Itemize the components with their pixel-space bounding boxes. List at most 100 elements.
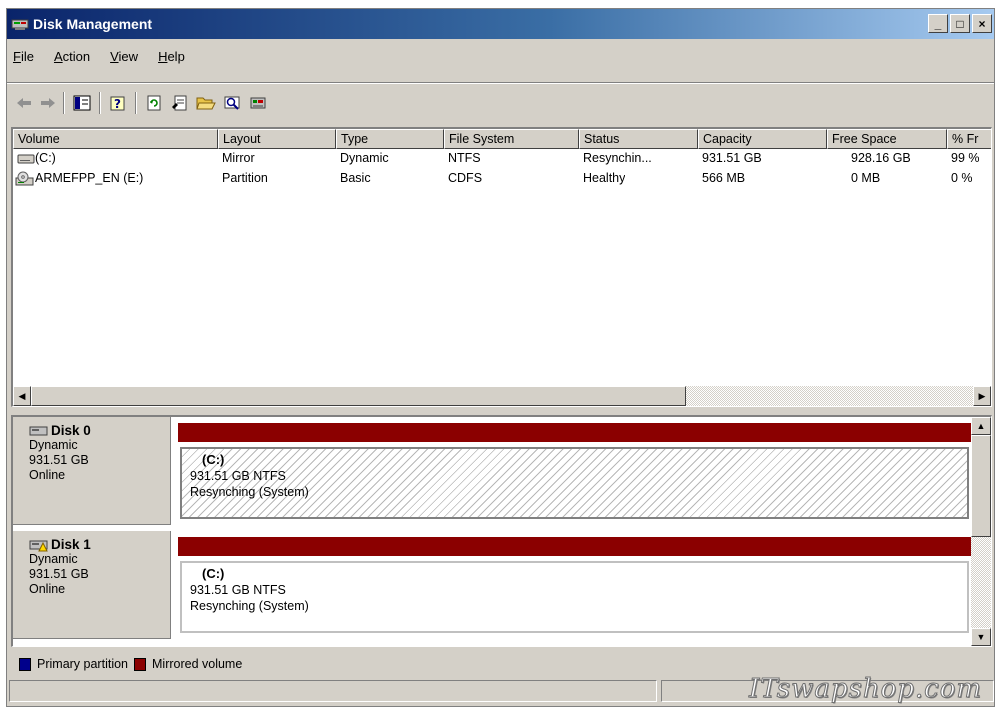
volume-name: (C:) (35, 151, 56, 165)
legend-primary-partition: Primary partition (37, 657, 128, 671)
volume-list-header: Volume Layout Type File System Status Ca… (13, 129, 991, 149)
menu-bar: File Action View Help (7, 45, 994, 67)
volume-list-horizontal-scrollbar[interactable]: ◀ ▶ (13, 386, 991, 406)
partition-details[interactable]: (C:) 931.51 GB NTFS Resynching (System) (180, 561, 969, 633)
help-icon[interactable]: ? (107, 92, 129, 114)
cdrom-drive-icon (15, 171, 34, 186)
mirrored-volume-bar (178, 423, 971, 442)
partition-size-fs: 931.51 GB NTFS (190, 583, 286, 597)
toolbar-separator (63, 92, 65, 114)
volume-row[interactable]: (C:) Mirror Dynamic NTFS Resynchin... 93… (13, 149, 991, 169)
open-folder-icon[interactable] (195, 92, 217, 114)
disk-row: Disk 0 Dynamic 931.51 GB Online (C:) 931… (13, 417, 971, 527)
column-header-status[interactable]: Status (579, 129, 698, 149)
volume-layout: Mirror (222, 151, 255, 165)
volume-status: Resynchin... (583, 151, 652, 165)
disk-icon[interactable] (247, 92, 269, 114)
properties-icon[interactable] (169, 92, 191, 114)
refresh-icon[interactable] (143, 92, 165, 114)
column-header-percent-free[interactable]: % Fr (947, 129, 991, 149)
scroll-right-button[interactable]: ▶ (973, 386, 991, 406)
svg-text:?: ? (114, 97, 121, 111)
volume-list[interactable]: Volume Layout Type File System Status Ca… (11, 127, 992, 407)
window-title: Disk Management (33, 16, 153, 32)
disk-name: Disk 0 (51, 423, 91, 438)
scrollbar-thumb[interactable] (31, 386, 686, 406)
status-bar: ITswapshop.com (9, 674, 994, 705)
volume-name: ARMEFPP_EN (E:) (35, 171, 144, 185)
volume-type: Basic (340, 171, 371, 185)
partition-name: (C:) (202, 566, 225, 581)
window-buttons: _ □ × (928, 14, 992, 33)
disk-name-line: Disk 0 (29, 423, 170, 438)
column-header-free-space[interactable]: Free Space (827, 129, 947, 149)
disk-state: Online (29, 468, 66, 482)
minimize-button[interactable]: _ (928, 14, 948, 33)
menu-file[interactable]: File (13, 49, 34, 64)
disk-type: Dynamic (29, 438, 78, 452)
volume-layout: Partition (222, 171, 268, 185)
partition-name: (C:) (202, 452, 225, 467)
volume-file-system: CDFS (448, 171, 483, 185)
status-pane (9, 680, 657, 702)
partition-status: Resynching (System) (190, 485, 309, 499)
volume-file-system: NTFS (448, 151, 481, 165)
toolbar-separator (99, 92, 101, 114)
partition-details[interactable]: (C:) 931.51 GB NTFS Resynching (System) (180, 447, 969, 519)
close-button[interactable]: × (972, 14, 992, 33)
watermark-text: ITswapshop.com (749, 674, 982, 705)
partition-block[interactable]: (C:) 931.51 GB NTFS Resynching (System) (178, 537, 971, 633)
disk-state: Online (29, 582, 66, 596)
disk-management-app-icon (11, 19, 29, 30)
column-header-file-system[interactable]: File System (444, 129, 579, 149)
mirrored-volume-bar (178, 537, 971, 556)
volume-row[interactable]: ARMEFPP_EN (E:) Partition Basic CDFS Hea… (13, 169, 991, 189)
disk-size: 931.51 GB (29, 453, 89, 467)
maximize-button[interactable]: □ (950, 14, 970, 33)
disk-size: 931.51 GB (29, 567, 89, 581)
volume-free-space: 0 MB (851, 171, 881, 185)
volume-capacity: 931.51 GB (702, 151, 762, 165)
mirrored-volume-swatch (134, 657, 146, 671)
menu-view[interactable]: View (110, 49, 138, 64)
toolbar-separator (135, 92, 137, 114)
disk-view-vertical-scrollbar[interactable]: ▲ ▼ (971, 417, 991, 646)
partition-status: Resynching (System) (190, 599, 309, 613)
forward-arrow-icon[interactable] (37, 92, 59, 114)
scroll-down-button[interactable]: ▼ (971, 628, 991, 646)
volume-capacity: 566 MB (702, 171, 746, 185)
volume-free-space: 928.16 GB (851, 151, 911, 165)
column-header-layout[interactable]: Layout (218, 129, 336, 149)
console-tree-icon[interactable] (71, 92, 93, 114)
scroll-left-button[interactable]: ◀ (13, 386, 31, 406)
disk-row: Disk 1 Dynamic 931.51 GB Online (C:) 931… (13, 531, 971, 641)
volume-status: Healthy (583, 171, 626, 185)
volume-percent-free: 99 % (951, 151, 980, 165)
partition-block[interactable]: (C:) 931.51 GB NTFS Resynching (System) (178, 423, 971, 519)
disk-info-panel[interactable]: Disk 0 Dynamic 931.51 GB Online (13, 417, 171, 525)
legend-mirrored-volume: Mirrored volume (152, 657, 243, 671)
menu-action[interactable]: Action (54, 49, 90, 64)
disk-name: Disk 1 (51, 537, 91, 552)
disk-type: Dynamic (29, 552, 78, 566)
partition-size-fs: 931.51 GB NTFS (190, 469, 286, 483)
search-icon[interactable] (221, 92, 243, 114)
toolbar: ? (7, 82, 994, 121)
dynamic-disk-warning-icon (29, 540, 48, 551)
title-bar[interactable]: Disk Management _ □ × (7, 9, 994, 39)
disk-name-line: Disk 1 (29, 537, 170, 552)
back-arrow-icon[interactable] (13, 92, 35, 114)
disk-management-window: Disk Management _ □ × File Action View H… (6, 8, 995, 707)
disk-info-panel[interactable]: Disk 1 Dynamic 931.51 GB Online (13, 531, 171, 639)
column-header-type[interactable]: Type (336, 129, 444, 149)
dynamic-disk-icon (29, 426, 48, 435)
volume-type: Dynamic (340, 151, 389, 165)
primary-partition-swatch (19, 657, 31, 671)
scrollbar-thumb[interactable] (971, 435, 991, 537)
volume-percent-free: 0 % (951, 171, 973, 185)
disk-graphical-view: Disk 0 Dynamic 931.51 GB Online (C:) 931… (11, 415, 992, 647)
column-header-capacity[interactable]: Capacity (698, 129, 827, 149)
column-header-volume[interactable]: Volume (13, 129, 218, 149)
scroll-up-button[interactable]: ▲ (971, 417, 991, 435)
menu-help[interactable]: Help (158, 49, 185, 64)
